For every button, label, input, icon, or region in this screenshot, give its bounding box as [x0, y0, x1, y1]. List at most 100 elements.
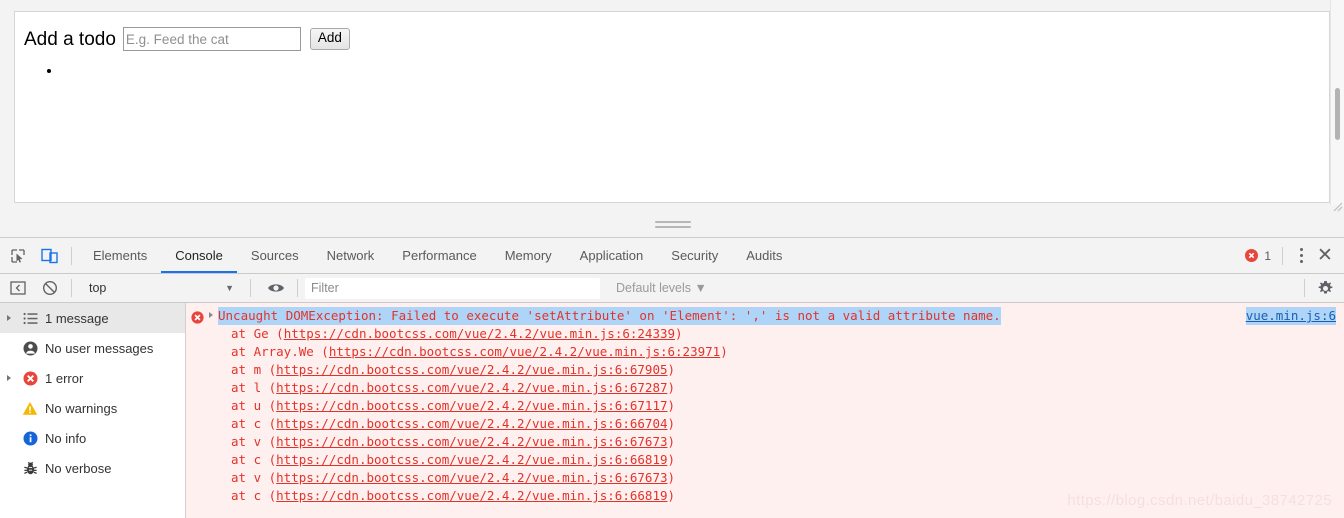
- resize-grip-icon[interactable]: [1330, 199, 1343, 212]
- stack-frame-prefix: at v (: [231, 470, 277, 485]
- console-source-link[interactable]: vue.min.js:6: [1245, 307, 1336, 325]
- stack-frame-url[interactable]: https://cdn.bootcss.com/vue/2.4.2/vue.mi…: [276, 452, 667, 467]
- stack-frame-prefix: at l (: [231, 380, 277, 395]
- clear-console-icon[interactable]: [36, 274, 64, 302]
- browser-page-area: Add a todo Add: [0, 0, 1344, 213]
- stack-frame-url[interactable]: https://cdn.bootcss.com/vue/2.4.2/vue.mi…: [329, 344, 720, 359]
- tab-audits[interactable]: Audits: [732, 239, 796, 273]
- sidebar-item-messages[interactable]: 1 message: [0, 303, 185, 333]
- stack-frame-url[interactable]: https://cdn.bootcss.com/vue/2.4.2/vue.mi…: [276, 380, 667, 395]
- sidebar-item-user-messages[interactable]: No user messages: [0, 333, 185, 363]
- page-viewport: Add a todo Add: [14, 11, 1330, 203]
- stack-frame-prefix: at c (: [231, 416, 277, 431]
- stack-frame-url[interactable]: https://cdn.bootcss.com/vue/2.4.2/vue.mi…: [276, 362, 667, 377]
- more-options-icon[interactable]: [1290, 243, 1312, 269]
- expand-stack-trace-icon[interactable]: [204, 311, 218, 319]
- stack-frame-suffix: ): [667, 488, 676, 503]
- stack-frame-url[interactable]: https://cdn.bootcss.com/vue/2.4.2/vue.mi…: [276, 416, 667, 431]
- todo-input[interactable]: [122, 27, 301, 51]
- page-vertical-scrollbar[interactable]: [1330, 0, 1344, 205]
- sidebar-item-label: 1 error: [45, 370, 84, 386]
- stack-frame-url[interactable]: https://cdn.bootcss.com/vue/2.4.2/vue.mi…: [276, 470, 667, 485]
- stack-frame-suffix: ): [667, 434, 676, 449]
- sidebar-item-label: No info: [45, 430, 87, 446]
- tab-security[interactable]: Security: [657, 239, 732, 273]
- stack-frame-prefix: at u (: [231, 398, 277, 413]
- device-toolbar-icon[interactable]: [36, 242, 64, 270]
- stack-trace-line[interactable]: at m (https://cdn.bootcss.com/vue/2.4.2/…: [186, 361, 1344, 379]
- tab-console[interactable]: Console: [161, 239, 237, 273]
- stack-trace-line[interactable]: at v (https://cdn.bootcss.com/vue/2.4.2/…: [186, 433, 1344, 451]
- toolbar-divider: [71, 279, 72, 297]
- toolbar-divider: [297, 279, 298, 297]
- sidebar-item-info[interactable]: No info: [0, 423, 185, 453]
- stack-trace-line[interactable]: at u (https://cdn.bootcss.com/vue/2.4.2/…: [186, 397, 1344, 415]
- devtools-panel: Elements Console Sources Network Perform…: [0, 237, 1344, 518]
- console-error-message: Uncaught DOMException: Failed to execute…: [218, 307, 1001, 325]
- stack-trace-line[interactable]: at Ge (https://cdn.bootcss.com/vue/2.4.2…: [186, 325, 1344, 343]
- console-error-entry[interactable]: Uncaught DOMException: Failed to execute…: [186, 303, 1344, 505]
- stack-trace-line[interactable]: at c (https://cdn.bootcss.com/vue/2.4.2/…: [186, 487, 1344, 505]
- stack-frame-suffix: ): [667, 452, 676, 467]
- tab-application[interactable]: Application: [566, 239, 658, 273]
- stack-frame-prefix: at Array.We (: [231, 344, 329, 359]
- devtools-tabbar: Elements Console Sources Network Perform…: [0, 238, 1344, 274]
- scrollbar-thumb[interactable]: [1335, 88, 1340, 140]
- sidebar-item-verbose[interactable]: No verbose: [0, 453, 185, 483]
- close-icon[interactable]: ✕: [1312, 243, 1338, 269]
- person-icon: [17, 341, 43, 356]
- console-messages-pane[interactable]: Uncaught DOMException: Failed to execute…: [186, 303, 1344, 518]
- stack-frame-suffix: ): [720, 344, 728, 359]
- console-toolbar-right: [1297, 276, 1344, 300]
- live-expression-eye-icon[interactable]: [262, 274, 290, 302]
- levels-label: Default levels: [616, 281, 692, 295]
- log-levels-selector[interactable]: Default levels ▼: [616, 281, 707, 295]
- context-value: top: [89, 281, 107, 295]
- toolbar-divider: [1304, 279, 1305, 297]
- info-icon: [17, 431, 43, 446]
- stack-trace-line[interactable]: at c (https://cdn.bootcss.com/vue/2.4.2/…: [186, 415, 1344, 433]
- add-todo-button[interactable]: Add: [309, 28, 350, 50]
- stack-frame-url[interactable]: https://cdn.bootcss.com/vue/2.4.2/vue.mi…: [284, 326, 675, 341]
- sidebar-item-errors[interactable]: 1 error: [0, 363, 185, 393]
- toolbar-divider: [1282, 246, 1283, 265]
- stack-trace-line[interactable]: at l (https://cdn.bootcss.com/vue/2.4.2/…: [186, 379, 1344, 397]
- stack-frame-prefix: at c (: [231, 488, 277, 503]
- sidebar-item-label: No verbose: [45, 460, 112, 476]
- devtools-splitter[interactable]: [0, 213, 1344, 238]
- error-icon: [17, 371, 43, 386]
- sidebar-item-warnings[interactable]: No warnings: [0, 393, 185, 423]
- console-toolbar: top ▼ Default levels ▼: [0, 274, 1344, 303]
- stack-frame-url[interactable]: https://cdn.bootcss.com/vue/2.4.2/vue.mi…: [276, 488, 667, 503]
- stack-frame-url[interactable]: https://cdn.bootcss.com/vue/2.4.2/vue.mi…: [276, 398, 667, 413]
- stack-frame-url[interactable]: https://cdn.bootcss.com/vue/2.4.2/vue.mi…: [276, 434, 667, 449]
- stack-trace-line[interactable]: at c (https://cdn.bootcss.com/vue/2.4.2/…: [186, 451, 1344, 469]
- tab-elements[interactable]: Elements: [79, 239, 161, 273]
- console-error-header[interactable]: Uncaught DOMException: Failed to execute…: [186, 307, 1344, 325]
- bug-icon: [17, 461, 43, 476]
- gear-icon[interactable]: [1312, 276, 1338, 300]
- tab-performance[interactable]: Performance: [388, 239, 490, 273]
- tab-network[interactable]: Network: [313, 239, 389, 273]
- stack-frame-prefix: at v (: [231, 434, 277, 449]
- error-count-badge[interactable]: 1: [1245, 249, 1271, 263]
- stack-trace-line[interactable]: at Array.We (https://cdn.bootcss.com/vue…: [186, 343, 1344, 361]
- stack-trace-line[interactable]: at v (https://cdn.bootcss.com/vue/2.4.2/…: [186, 469, 1344, 487]
- splitter-grip-handle[interactable]: [655, 221, 691, 228]
- execution-context-selector[interactable]: top ▼: [79, 281, 243, 295]
- console-body: 1 message No user messages 1 error No wa…: [0, 303, 1344, 518]
- error-badge-count: 1: [1264, 248, 1271, 263]
- console-filter-input[interactable]: [305, 277, 600, 299]
- sidebar-item-label: No user messages: [45, 340, 154, 356]
- stack-frame-suffix: ): [667, 398, 676, 413]
- toolbar-divider: [250, 279, 251, 297]
- tab-sources[interactable]: Sources: [237, 239, 313, 273]
- sidebar-item-label: 1 message: [45, 310, 109, 326]
- inspect-element-icon[interactable]: [4, 242, 32, 270]
- toggle-console-sidebar-icon[interactable]: [4, 274, 32, 302]
- chevron-down-icon: ▼: [225, 283, 234, 293]
- chevron-right-icon[interactable]: [0, 314, 17, 322]
- sidebar-item-label: No warnings: [45, 400, 118, 416]
- tab-memory[interactable]: Memory: [491, 239, 566, 273]
- chevron-right-icon[interactable]: [0, 374, 17, 382]
